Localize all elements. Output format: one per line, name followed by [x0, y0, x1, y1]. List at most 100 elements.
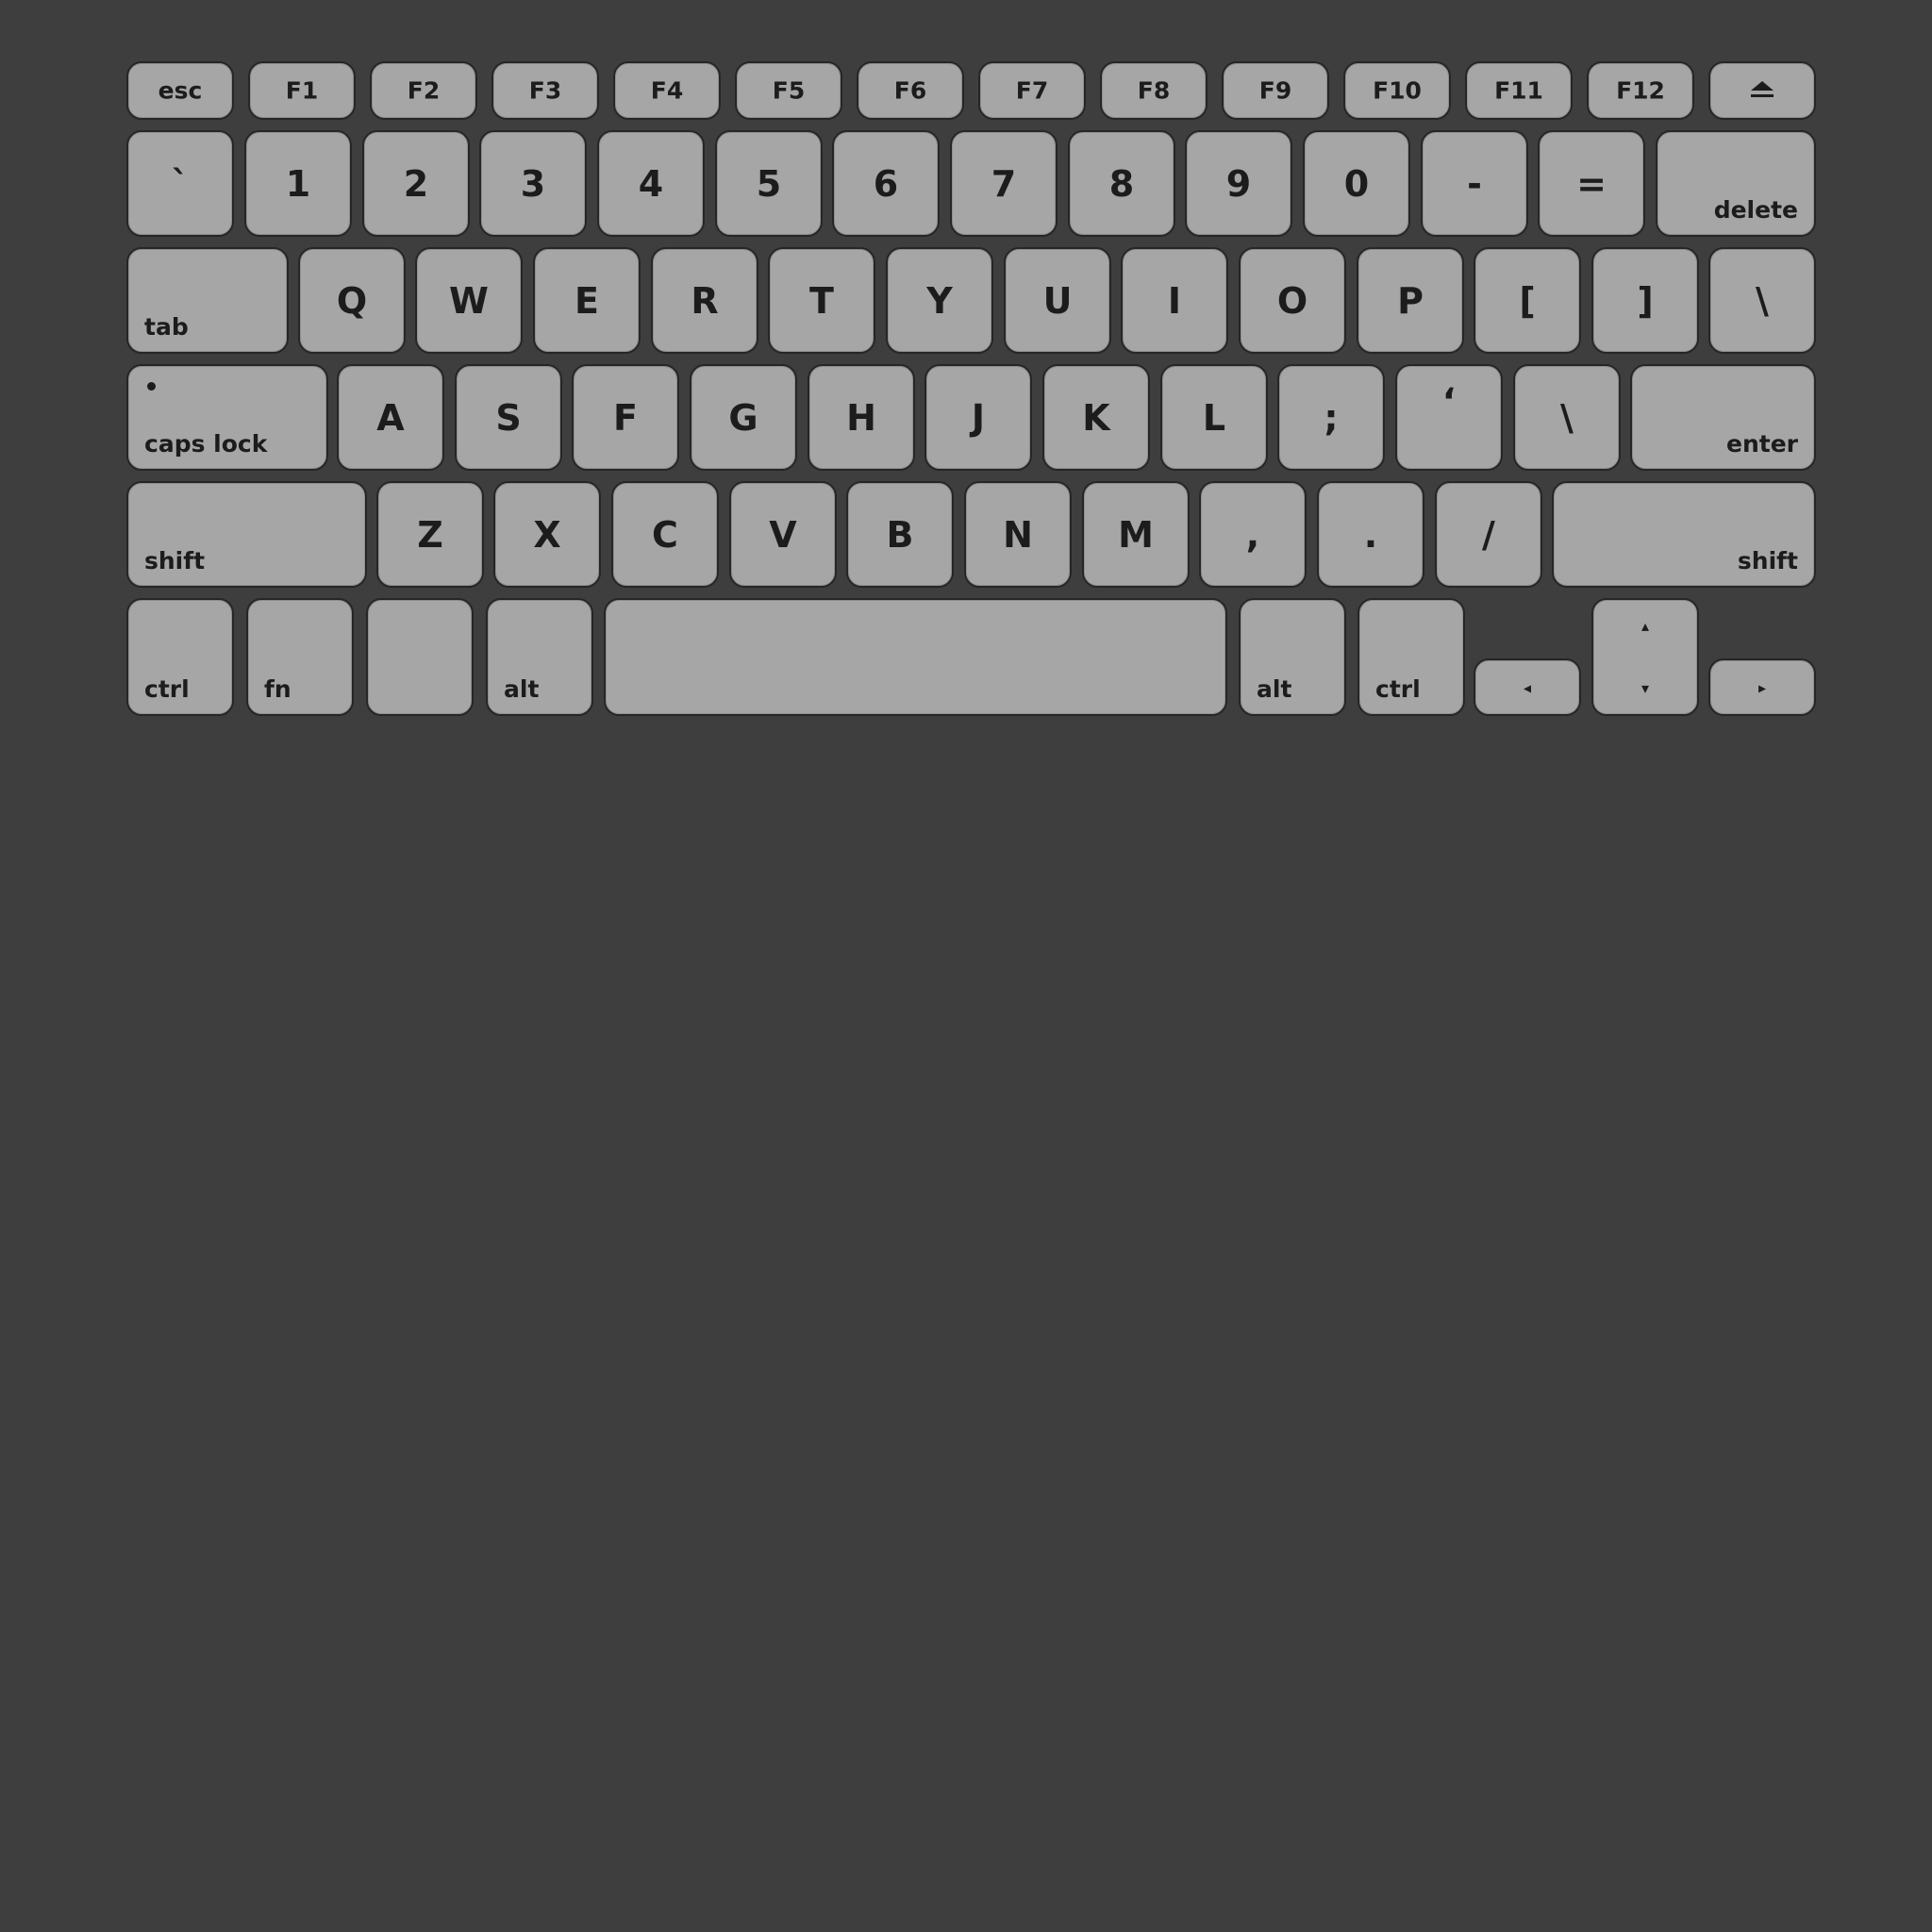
eject-icon [1751, 81, 1774, 100]
key-z[interactable]: Z [376, 481, 484, 588]
key-label: 7 [991, 162, 1017, 205]
key-f2[interactable]: F2 [370, 61, 477, 120]
key-1[interactable]: 1 [244, 130, 352, 237]
key-f12[interactable]: F12 [1587, 61, 1694, 120]
key-4[interactable]: 4 [597, 130, 705, 237]
key-u[interactable]: U [1004, 247, 1111, 354]
key-y[interactable]: Y [886, 247, 993, 354]
key-comma[interactable]: , [1199, 481, 1307, 588]
key-8[interactable]: 8 [1068, 130, 1175, 237]
key-f8[interactable]: F8 [1100, 61, 1208, 120]
key-label: 3 [520, 162, 546, 205]
key-backtick[interactable]: ` [126, 130, 234, 237]
key-f11[interactable]: F11 [1465, 61, 1573, 120]
key-a[interactable]: A [337, 364, 444, 471]
key-q[interactable]: Q [298, 247, 406, 354]
key-minus[interactable]: - [1421, 130, 1528, 237]
key-2[interactable]: 2 [362, 130, 470, 237]
key-eject[interactable] [1708, 61, 1816, 120]
key-e[interactable]: E [533, 247, 641, 354]
key-label: F11 [1494, 76, 1543, 105]
key-9[interactable]: 9 [1185, 130, 1292, 237]
key-o[interactable]: O [1239, 247, 1346, 354]
key-tab[interactable]: tab [126, 247, 289, 354]
key-left-ctrl[interactable]: ctrl [126, 598, 234, 716]
key-semicolon[interactable]: ; [1277, 364, 1385, 471]
key-m[interactable]: M [1082, 481, 1190, 588]
key-left-alt[interactable]: alt [486, 598, 593, 716]
key-label: F5 [772, 76, 806, 105]
key-v[interactable]: V [729, 481, 837, 588]
key-k[interactable]: K [1042, 364, 1150, 471]
key-label: T [809, 279, 834, 322]
key-label: N [1003, 513, 1033, 556]
key-label: - [1467, 162, 1482, 205]
key-right-shift[interactable]: shift [1552, 481, 1816, 588]
key-right-alt[interactable]: alt [1239, 598, 1346, 716]
key-label: S [495, 396, 522, 439]
key-esc[interactable]: esc [126, 61, 234, 120]
key-quote[interactable]: ‘ [1395, 364, 1503, 471]
key-left-shift[interactable]: shift [126, 481, 367, 588]
key-r[interactable]: R [651, 247, 758, 354]
key-label: F [613, 396, 638, 439]
key-f3[interactable]: F3 [491, 61, 599, 120]
key-label: B [886, 513, 914, 556]
key-0[interactable]: 0 [1303, 130, 1410, 237]
key-left-bracket[interactable]: [ [1474, 247, 1581, 354]
key-s[interactable]: S [455, 364, 562, 471]
key-label: F2 [407, 76, 441, 105]
key-c[interactable]: C [611, 481, 719, 588]
key-l[interactable]: L [1160, 364, 1268, 471]
key-f4[interactable]: F4 [613, 61, 721, 120]
key-arrow-up-down[interactable]: ▴ ▾ [1591, 598, 1699, 716]
key-f1[interactable]: F1 [248, 61, 356, 120]
key-j[interactable]: J [924, 364, 1032, 471]
key-label: ; [1324, 396, 1339, 439]
key-w[interactable]: W [415, 247, 523, 354]
key-fn[interactable]: fn [246, 598, 354, 716]
key-g[interactable]: G [690, 364, 797, 471]
key-f6[interactable]: F6 [857, 61, 964, 120]
key-backslash[interactable]: \ [1708, 247, 1816, 354]
key-label: fn [264, 675, 291, 703]
key-equals[interactable]: = [1538, 130, 1645, 237]
key-f10[interactable]: F10 [1343, 61, 1451, 120]
key-enter[interactable]: enter [1630, 364, 1816, 471]
key-period[interactable]: . [1317, 481, 1424, 588]
key-f7[interactable]: F7 [978, 61, 1086, 120]
key-label: R [691, 279, 719, 322]
key-label: 5 [756, 162, 782, 205]
key-t[interactable]: T [768, 247, 875, 354]
key-slash[interactable]: / [1435, 481, 1542, 588]
key-6[interactable]: 6 [832, 130, 940, 237]
key-b[interactable]: B [846, 481, 954, 588]
key-label: M [1118, 513, 1154, 556]
key-n[interactable]: N [964, 481, 1072, 588]
keyboard: esc F1 F2 F3 F4 F5 F6 F7 F8 F9 F10 F11 F… [0, 0, 1932, 1932]
key-right-ctrl[interactable]: ctrl [1357, 598, 1465, 716]
key-space[interactable] [604, 598, 1227, 716]
key-f9[interactable]: F9 [1222, 61, 1329, 120]
key-f[interactable]: F [572, 364, 679, 471]
arrow-up-icon: ▴ [1641, 617, 1650, 635]
key-5[interactable]: 5 [715, 130, 823, 237]
key-label: tab [144, 313, 189, 341]
key-i[interactable]: I [1121, 247, 1228, 354]
key-arrow-right[interactable]: ▸ [1708, 658, 1816, 716]
key-backslash-home[interactable]: \ [1513, 364, 1621, 471]
key-3[interactable]: 3 [479, 130, 587, 237]
key-7[interactable]: 7 [950, 130, 1058, 237]
arrow-right-icon: ▸ [1757, 678, 1767, 696]
key-x[interactable]: X [493, 481, 601, 588]
key-p[interactable]: P [1357, 247, 1464, 354]
key-blank[interactable] [366, 598, 474, 716]
key-right-bracket[interactable]: ] [1591, 247, 1699, 354]
key-caps-lock[interactable]: caps lock [126, 364, 328, 471]
key-label: \ [1560, 396, 1574, 439]
key-f5[interactable]: F5 [735, 61, 842, 120]
key-h[interactable]: H [808, 364, 915, 471]
key-delete[interactable]: delete [1656, 130, 1816, 237]
key-label: 9 [1225, 162, 1252, 205]
key-arrow-left[interactable]: ◂ [1474, 658, 1581, 716]
